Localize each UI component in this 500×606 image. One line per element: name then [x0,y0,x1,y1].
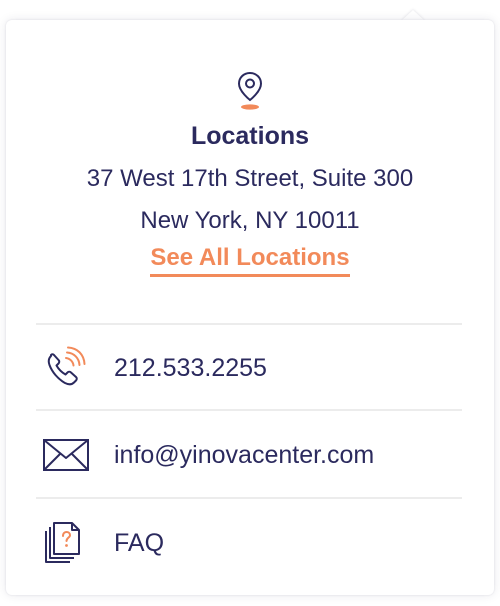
mail-icon [42,431,98,479]
faq-label: FAQ [114,529,165,557]
address-line-1: 37 West 17th Street, Suite 300 [86,165,414,192]
divider [36,323,462,325]
address-line-2: New York, NY 10011 [140,207,360,234]
location-pin-icon [235,70,265,112]
phone-icon [42,344,98,392]
divider [36,409,462,411]
see-all-locations-link[interactable]: See All Locations [150,242,350,277]
phone-number: 212.533.2255 [114,354,267,382]
contact-panel: Locations 37 West 17th Street, Suite 300… [6,20,494,595]
faq-row[interactable]: FAQ [36,501,462,585]
phone-row[interactable]: 212.533.2255 [36,326,462,410]
faq-documents-icon [42,519,98,567]
email-row[interactable]: info@yinovacenter.com [36,413,462,497]
contact-dropdown: Locations 37 West 17th Street, Suite 300… [0,0,500,606]
email-address: info@yinovacenter.com [114,441,375,469]
locations-section: Locations 37 West 17th Street, Suite 300… [6,70,494,277]
locations-title: Locations [190,122,310,150]
divider [36,497,462,499]
